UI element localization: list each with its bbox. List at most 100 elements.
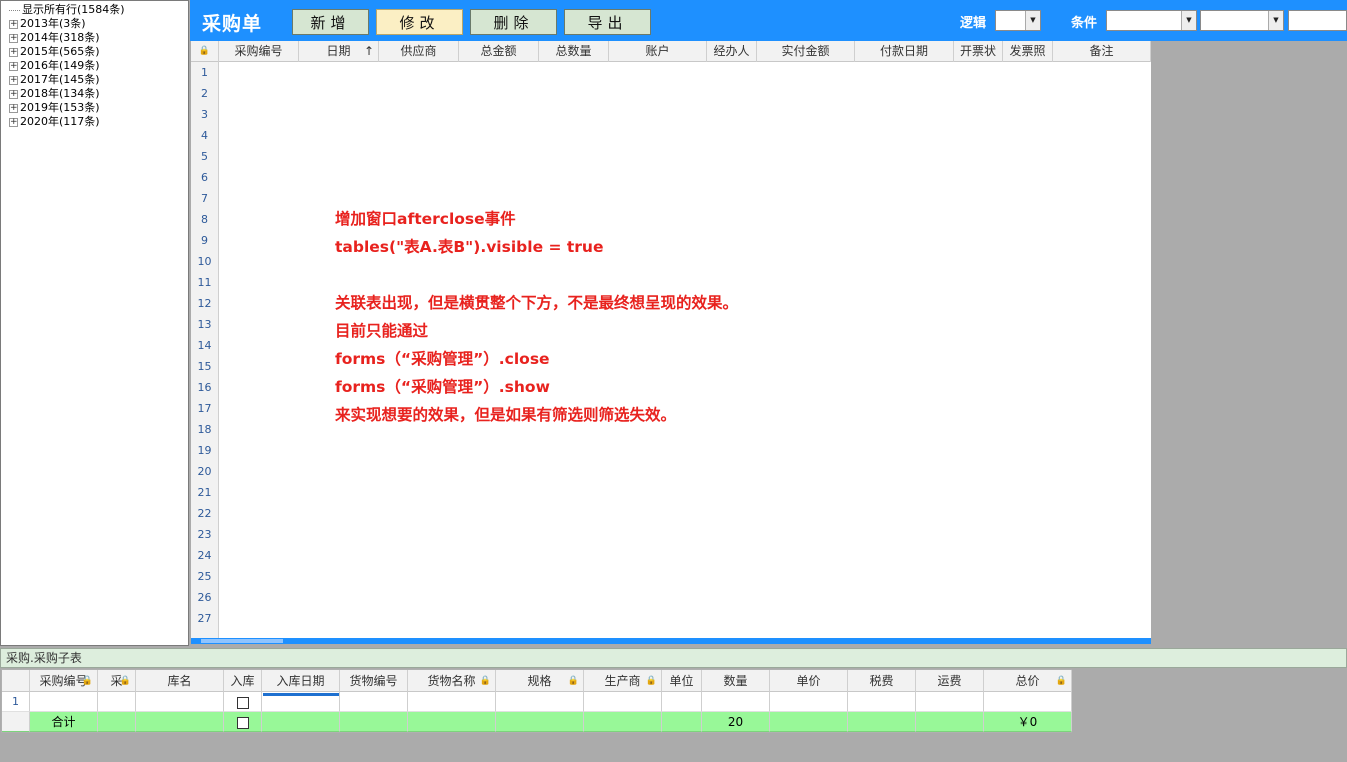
horizontal-scrollbar[interactable] <box>191 638 1151 644</box>
lock-icon[interactable]: 🔒 <box>480 670 491 691</box>
tree-item[interactable]: +2015年(565条) <box>1 45 188 59</box>
table-cell[interactable] <box>702 692 770 712</box>
column-header[interactable]: 开票状 <box>954 41 1003 62</box>
expand-icon[interactable]: + <box>9 19 18 29</box>
column-header[interactable]: 生产商 🔒 <box>584 670 662 692</box>
table-cell[interactable] <box>848 692 916 712</box>
row-number[interactable]: 21 <box>191 482 218 503</box>
checkbox[interactable] <box>236 716 249 729</box>
lock-icon[interactable]: 🔒 <box>1056 670 1067 691</box>
row-number[interactable]: 17 <box>191 398 218 419</box>
main-table[interactable]: 🔒 采购编号 日期 ↑ 供应商 总金额 总数量 账户 经办人 实付金额 付款日期 开票状 发票照 备注 … <box>191 41 1151 638</box>
expand-icon[interactable]: + <box>9 117 18 127</box>
row-number[interactable]: 12 <box>191 293 218 314</box>
column-header[interactable]: 发票照 <box>1003 41 1053 62</box>
expand-icon[interactable]: + <box>9 89 18 99</box>
lock-icon[interactable]: 🔒 <box>646 670 657 691</box>
sort-arrow-icon[interactable]: ↑ <box>364 41 374 62</box>
expand-icon[interactable]: + <box>9 47 18 57</box>
table-cell[interactable] <box>262 692 340 712</box>
column-header[interactable]: 实付金额 <box>757 41 855 62</box>
chevron-down-icon[interactable]: ▼ <box>1025 11 1040 30</box>
column-header[interactable]: 单价 <box>770 670 848 692</box>
column-header[interactable]: 税费 <box>848 670 916 692</box>
column-header[interactable]: 备注 <box>1053 41 1151 62</box>
column-header[interactable]: 采购编号 <box>219 41 299 62</box>
row-number[interactable]: 5 <box>191 146 218 167</box>
row-number[interactable]: 24 <box>191 545 218 566</box>
tree-item[interactable]: +2020年(117条) <box>1 115 188 129</box>
group-tree[interactable]: 显示所有行(1584条) +2013年(3条) +2014年(318条) +2015… <box>0 0 189 646</box>
column-header[interactable]: 采 🔒 <box>98 670 136 692</box>
table-cell[interactable] <box>98 692 136 712</box>
logic-select[interactable]: ▼ <box>995 10 1041 31</box>
row-number[interactable]: 22 <box>191 503 218 524</box>
table-cell[interactable] <box>916 692 984 712</box>
row-number[interactable]: 13 <box>191 314 218 335</box>
add-button[interactable]: 新增 <box>292 9 369 35</box>
tree-item[interactable]: +2018年(134条) <box>1 87 188 101</box>
column-header[interactable]: 账户 <box>609 41 707 62</box>
condition-field-select[interactable]: ▼ <box>1106 10 1197 31</box>
table-cell[interactable] <box>30 692 98 712</box>
column-header[interactable]: 供应商 <box>379 41 459 62</box>
tree-item[interactable]: +2019年(153条) <box>1 101 188 115</box>
table-cell[interactable] <box>408 692 496 712</box>
row-number[interactable]: 9 <box>191 230 218 251</box>
row-number[interactable]: 1 <box>2 692 30 712</box>
column-header[interactable]: 付款日期 <box>855 41 954 62</box>
column-header[interactable]: 入库日期 <box>262 670 340 692</box>
column-header[interactable]: 总价 🔒 <box>984 670 1072 692</box>
export-button[interactable]: 导出 <box>564 9 651 35</box>
condition-value-input[interactable] <box>1288 10 1347 31</box>
expand-icon[interactable]: + <box>9 75 18 85</box>
edit-button[interactable]: 修改 <box>376 9 463 35</box>
tree-item[interactable]: +2014年(318条) <box>1 31 188 45</box>
column-header[interactable]: 数量 <box>702 670 770 692</box>
table-cell[interactable] <box>136 692 224 712</box>
row-number[interactable]: 6 <box>191 167 218 188</box>
row-number[interactable]: 8 <box>191 209 218 230</box>
table-cell[interactable] <box>496 692 584 712</box>
row-number[interactable]: 1 <box>191 62 218 83</box>
expand-icon[interactable]: + <box>9 61 18 71</box>
detail-table[interactable]: 采购编号 🔒 采 🔒 库名 入库 入库日期 货物编号 货物名称 🔒 规格 🔒 生产商 🔒 单位 数量 单价 税费运… <box>1 669 1072 733</box>
row-number[interactable]: 27 <box>191 608 218 629</box>
column-header[interactable]: 货物编号 <box>340 670 408 692</box>
checkbox[interactable] <box>236 696 249 709</box>
column-header[interactable]: 运费 <box>916 670 984 692</box>
row-number[interactable]: 3 <box>191 104 218 125</box>
scrollbar-thumb[interactable] <box>201 639 283 643</box>
column-header[interactable]: 总金额 <box>459 41 539 62</box>
tree-root[interactable]: 显示所有行(1584条) <box>1 3 188 17</box>
lock-icon[interactable]: 🔒 <box>82 670 93 691</box>
table-cell[interactable] <box>984 692 1072 712</box>
table-cell[interactable] <box>770 692 848 712</box>
chevron-down-icon[interactable]: ▼ <box>1181 11 1196 30</box>
column-header[interactable]: 采购编号 🔒 <box>30 670 98 692</box>
expand-icon[interactable]: + <box>9 103 18 113</box>
row-number[interactable]: 19 <box>191 440 218 461</box>
table-cell[interactable] <box>224 692 262 712</box>
expand-icon[interactable]: + <box>9 33 18 43</box>
column-header[interactable]: 总数量 <box>539 41 609 62</box>
table-cell[interactable] <box>340 692 408 712</box>
column-header[interactable]: 单位 <box>662 670 702 692</box>
row-number[interactable]: 11 <box>191 272 218 293</box>
delete-button[interactable]: 删除 <box>470 9 557 35</box>
tree-item[interactable]: +2017年(145条) <box>1 73 188 87</box>
row-number[interactable]: 16 <box>191 377 218 398</box>
table-cell[interactable] <box>662 692 702 712</box>
column-header[interactable]: 日期 ↑ <box>299 41 379 62</box>
row-number[interactable]: 10 <box>191 251 218 272</box>
row-number[interactable]: 25 <box>191 566 218 587</box>
row-number[interactable]: 15 <box>191 356 218 377</box>
tree-item[interactable]: +2013年(3条) <box>1 17 188 31</box>
column-header[interactable]: 库名 <box>136 670 224 692</box>
column-header[interactable]: 经办人 <box>707 41 757 62</box>
lock-icon[interactable]: 🔒 <box>191 41 219 62</box>
row-number[interactable]: 20 <box>191 461 218 482</box>
column-header[interactable]: 货物名称 🔒 <box>408 670 496 692</box>
lock-icon[interactable]: 🔒 <box>568 670 579 691</box>
row-number[interactable]: 18 <box>191 419 218 440</box>
